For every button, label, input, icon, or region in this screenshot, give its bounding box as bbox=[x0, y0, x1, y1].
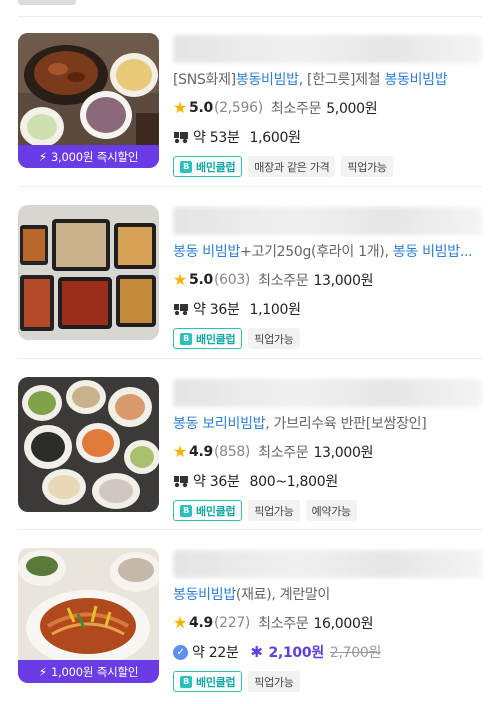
discount-seal-icon: ✱ bbox=[250, 642, 263, 661]
store-card[interactable]: 봉동 비빔밥+고기250g(후라이 1개), 봉동 비빔밥... ★ 5.0 (… bbox=[18, 205, 482, 349]
tag-pickup: 픽업가능 bbox=[248, 500, 300, 521]
baemin-club-badge: B 배민클럽 bbox=[173, 156, 243, 177]
store-card[interactable]: 봉동 보리비빔밥, 가브리수육 반판[보쌈장인] ★ 4.9 (858) 최소주… bbox=[18, 377, 482, 521]
baemin-club-badge: B 배민클럽 bbox=[173, 671, 243, 692]
store-thumbnail[interactable]: ⚡ 1,000원 즉시할인 bbox=[18, 548, 159, 683]
divider bbox=[18, 186, 482, 187]
instant-discount-bar: ⚡ 1,000원 즉시할인 bbox=[18, 660, 159, 683]
delivery-fee-discounted: 2,100원 bbox=[268, 645, 325, 661]
delivery-time: 약 22분 bbox=[192, 645, 239, 661]
min-order-value: 13,000원 bbox=[313, 445, 374, 461]
store-name-blurred bbox=[173, 35, 482, 63]
rating-row: ★ 4.9 (858) 최소주문 13,000원 bbox=[173, 442, 482, 462]
review-count: (858) bbox=[213, 444, 251, 460]
divider bbox=[18, 16, 482, 17]
review-count: (603) bbox=[213, 272, 251, 288]
baemin-club-badge: B 배민클럽 bbox=[173, 500, 243, 521]
baemin-club-icon: B bbox=[180, 504, 192, 517]
store-card[interactable]: ⚡ 1,000원 즉시할인 봉동비빔밥(재료), 계란말이 ★ 4.9 (227… bbox=[18, 548, 482, 692]
store-thumbnail[interactable]: ⚡ 3,000원 즉시할인 bbox=[18, 33, 159, 168]
min-order-value: 5,000원 bbox=[326, 101, 378, 117]
menu-summary: 봉동 보리비빔밥, 가브리수육 반판[보쌈장인] bbox=[173, 416, 427, 432]
review-count: (227) bbox=[213, 615, 251, 631]
delivery-fee-original: 2,700원 bbox=[329, 645, 382, 661]
tag-reservation: 예약가능 bbox=[305, 500, 357, 521]
min-order-label: 최소주문 bbox=[258, 616, 309, 632]
rating-value: 5.0 bbox=[189, 100, 213, 116]
delivery-time: 약 36분 bbox=[193, 474, 240, 490]
baemin-club-badge: B 배민클럽 bbox=[173, 328, 243, 349]
min-order-label: 최소주문 bbox=[258, 273, 309, 289]
rating-row: ★ 4.9 (227) 최소주문 16,000원 bbox=[173, 613, 482, 633]
divider bbox=[18, 529, 482, 530]
menu-summary: 봉동비빔밥(재료), 계란말이 bbox=[173, 587, 331, 603]
rating-value: 5.0 bbox=[189, 272, 213, 288]
tag-same-price: 매장과 같은 가격 bbox=[248, 156, 336, 177]
menu-summary: 봉동 비빔밥+고기250g(후라이 1개), 봉동 비빔밥... bbox=[173, 244, 473, 260]
store-thumbnail[interactable] bbox=[18, 377, 159, 512]
store-name-blurred bbox=[173, 379, 482, 407]
review-count: (2,596) bbox=[213, 100, 263, 116]
delivery-time: 약 36분 bbox=[193, 302, 240, 318]
star-icon: ★ bbox=[173, 270, 188, 289]
rating-row: ★ 5.0 (603) 최소주문 13,000원 bbox=[173, 270, 482, 290]
rating-row: ★ 5.0 (2,596) 최소주문 5,000원 bbox=[173, 98, 482, 118]
min-order-value: 13,000원 bbox=[313, 273, 374, 289]
store-name-blurred bbox=[173, 207, 482, 235]
star-icon: ★ bbox=[173, 613, 188, 632]
tag-list: B 배민클럽 픽업가능 bbox=[173, 328, 482, 349]
delivery-time: 약 53분 bbox=[193, 130, 240, 146]
min-order-label: 최소주문 bbox=[258, 445, 309, 461]
baemin-club-icon: B bbox=[180, 332, 192, 345]
food-photo-meal-boxes bbox=[18, 205, 159, 340]
star-icon: ★ bbox=[173, 442, 188, 461]
fast-delivery-icon: ✓ bbox=[173, 644, 188, 660]
store-thumbnail[interactable] bbox=[18, 205, 159, 340]
rating-value: 4.9 bbox=[189, 444, 213, 460]
menu-summary: [SNS화제]봉동비빔밥, [한그릇]제철 봉동비빔밥 bbox=[173, 72, 448, 88]
tag-list: B 배민클럽 픽업가능 bbox=[173, 671, 482, 692]
discount-label: 3,000원 즉시할인 bbox=[50, 149, 139, 164]
min-order-label: 최소주문 bbox=[270, 101, 322, 117]
delivery-fee: 1,100원 bbox=[249, 302, 301, 318]
rating-value: 4.9 bbox=[189, 615, 213, 631]
delivery-fee: 800~1,800원 bbox=[249, 474, 339, 490]
delivery-row: 약 53분 1,600원 bbox=[173, 127, 482, 147]
lightning-icon: ⚡ bbox=[38, 149, 47, 164]
delivery-row: ✓ 약 22분 ✱ 2,100원 2,700원 bbox=[173, 642, 482, 662]
food-photo-table-spread bbox=[18, 377, 159, 512]
tag-pickup: 픽업가능 bbox=[248, 328, 300, 349]
store-card[interactable]: ⚡ 3,000원 즉시할인 [SNS화제]봉동비빔밥, [한그릇]제철 봉동비빔… bbox=[18, 33, 482, 177]
baemin-club-icon: B bbox=[180, 160, 192, 173]
delivery-row: 약 36분 800~1,800원 bbox=[173, 471, 482, 491]
lightning-icon: ⚡ bbox=[38, 664, 47, 679]
tag-list: B 배민클럽 픽업가능 예약가능 bbox=[173, 500, 482, 521]
baemin-club-icon: B bbox=[180, 675, 192, 688]
delivery-row: 약 36분 1,100원 bbox=[173, 299, 482, 319]
motorcycle-icon bbox=[174, 132, 188, 144]
min-order-value: 16,000원 bbox=[313, 616, 374, 632]
previous-item-stub bbox=[18, 0, 76, 5]
motorcycle-icon bbox=[174, 304, 188, 316]
star-icon: ★ bbox=[173, 98, 188, 117]
motorcycle-icon bbox=[174, 476, 188, 488]
discount-label: 1,000원 즉시할인 bbox=[50, 664, 139, 679]
instant-discount-bar: ⚡ 3,000원 즉시할인 bbox=[18, 145, 159, 168]
divider bbox=[18, 358, 482, 359]
tag-pickup: 픽업가능 bbox=[341, 156, 393, 177]
delivery-fee: 1,600원 bbox=[249, 130, 301, 146]
tag-list: B 배민클럽 매장과 같은 가격 픽업가능 bbox=[173, 156, 482, 177]
tag-pickup: 픽업가능 bbox=[248, 671, 300, 692]
store-name-blurred bbox=[173, 550, 482, 578]
